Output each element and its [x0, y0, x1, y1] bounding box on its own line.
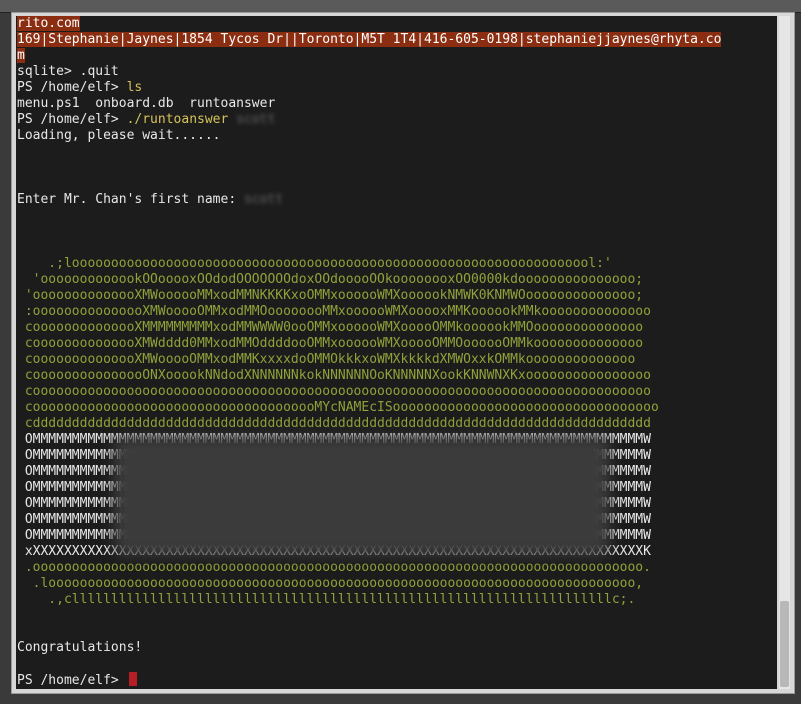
- terminal-line-text: rito.com: [17, 16, 80, 31]
- terminal-line-text: :ooooooooooooooXMWooooOMMxodMMOoooooooMM…: [17, 304, 651, 319]
- terminal-line-text: m: [17, 48, 25, 63]
- terminal-line-text: PS /home/elf>: [17, 673, 127, 688]
- terminal-line: Enter Mr. Chan's first name: scott: [17, 192, 777, 208]
- terminal-line: cooooooooooooooooooooooooooooooooooooooo…: [17, 384, 777, 400]
- terminal-line: rito.com: [17, 16, 777, 32]
- terminal-command: ls: [126, 80, 143, 95]
- terminal-line: Congratulations!: [17, 640, 777, 656]
- terminal-line-text: 'ooooooooooookOOooooxOOdodOOOOOOOdoxOOdo…: [17, 272, 644, 287]
- terminal-line: .;looooooooooooooooooooooooooooooooooooo…: [17, 256, 777, 272]
- terminal-line-text: 169|Stephanie|Jaynes|1854 Tycos Dr||Toro…: [17, 32, 722, 47]
- terminal-window: rito.com 169|Stephanie|Jaynes|1854 Tycos …: [11, 12, 795, 694]
- terminal-line: cddddddddddddddddddddddddddddddddddddddd…: [17, 416, 777, 432]
- terminal-line: 'oooooooooooooXMWoooooMMxodMMNKKKKxoOMMx…: [17, 288, 777, 304]
- terminal-line: 169|Stephanie|Jaynes|1854 Tycos Dr||Toro…: [17, 32, 777, 48]
- terminal-line: .ooooooooooooooooooooooooooooooooooooooo…: [17, 560, 777, 576]
- terminal-line-text: .;looooooooooooooooooooooooooooooooooooo…: [17, 256, 612, 271]
- terminal-line-text: cooooooooooooooooooooooooooooooooooooooo…: [17, 384, 651, 399]
- terminal-view[interactable]: rito.com 169|Stephanie|Jaynes|1854 Tycos …: [16, 16, 777, 689]
- terminal-line-text: cooooooooooooooONXooookNNdodXNNNNNNkokNN…: [17, 368, 651, 383]
- terminal-line: .,clllllllllllllllllllllllllllllllllllll…: [17, 592, 777, 608]
- terminal-line-text: coooooooooooooXMMMMMMMMMxodMMWWWW0ooOMMx…: [17, 320, 644, 335]
- terminal-line: coooooooooooooXMMMMMMMMMxodMMWWWW0ooOMMx…: [17, 320, 777, 336]
- terminal-line-text: .,clllllllllllllllllllllllllllllllllllll…: [17, 592, 636, 607]
- terminal-line-text: sqlite> .quit: [17, 64, 119, 79]
- terminal-scrollbar[interactable]: [779, 16, 790, 689]
- terminal-line-text: .ooooooooooooooooooooooooooooooooooooooo…: [17, 560, 651, 575]
- terminal-line-text: Enter Mr. Chan's first name:: [17, 192, 244, 207]
- terminal-line: menu.ps1 onboard.db runtoanswer: [17, 96, 777, 112]
- terminal-line-text: coooooooooooooXMWdddd0MMxodMMOddddooOMMx…: [17, 336, 644, 351]
- terminal-line-text: menu.ps1 onboard.db runtoanswer: [17, 96, 276, 111]
- terminal-line: PS /home/elf>: [17, 672, 777, 688]
- terminal-line: coooooooooooooXMWooooOMMxodMMKxxxxdoOMMO…: [17, 352, 777, 368]
- terminal-command: ./runtoanswer: [126, 112, 229, 127]
- terminal-line-text: Congratulations!: [17, 640, 143, 655]
- terminal-line: .loooooooooooooooooooooooooooooooooooooo…: [17, 576, 777, 592]
- cursor: [128, 672, 137, 686]
- terminal-line: Loading, please wait......: [17, 128, 777, 144]
- terminal-output: rito.com 169|Stephanie|Jaynes|1854 Tycos …: [17, 16, 777, 688]
- scrollbar-thumb[interactable]: [780, 601, 789, 687]
- terminal-line-text: .loooooooooooooooooooooooooooooooooooooo…: [17, 576, 644, 591]
- terminal-line: coooooooooooooXMWdddd0MMxodMMOddddooOMMx…: [17, 336, 777, 352]
- terminal-line-text: PS /home/elf>: [17, 80, 127, 95]
- redacted-area: [114, 436, 610, 556]
- terminal-line-text: 'oooooooooooooXMWoooooMMxodMMNKKKKxoOMMx…: [17, 288, 644, 303]
- terminal-line: 'ooooooooooookOOooooxOOdodOOOOOOOdoxOOdo…: [17, 272, 777, 288]
- redacted-input: scott: [243, 192, 284, 207]
- terminal-line-text: cooooooooooooooooooooooooooooooooooooMYc…: [17, 400, 659, 415]
- terminal-line-text: cddddddddddddddddddddddddddddddddddddddd…: [17, 416, 651, 431]
- terminal-line: :ooooooooooooooXMWooooOMMxodMMOoooooooMM…: [17, 304, 777, 320]
- terminal-line: cooooooooooooooooooooooooooooooooooooMYc…: [17, 400, 777, 416]
- terminal-line-text: Loading, please wait......: [17, 128, 221, 143]
- terminal-line: PS /home/elf> ls: [17, 80, 777, 96]
- terminal-line: m: [17, 48, 777, 64]
- terminal-line-text: coooooooooooooXMWooooOMMxodMMKxxxxdoOMMO…: [17, 352, 636, 367]
- terminal-line: PS /home/elf> ./runtoanswer scott: [17, 112, 777, 128]
- terminal-line-text: PS /home/elf>: [17, 112, 127, 127]
- redacted-input: scott: [228, 112, 276, 127]
- terminal-line: cooooooooooooooONXooookNNdodXNNNNNNkokNN…: [17, 368, 777, 384]
- terminal-line: sqlite> .quit: [17, 64, 777, 80]
